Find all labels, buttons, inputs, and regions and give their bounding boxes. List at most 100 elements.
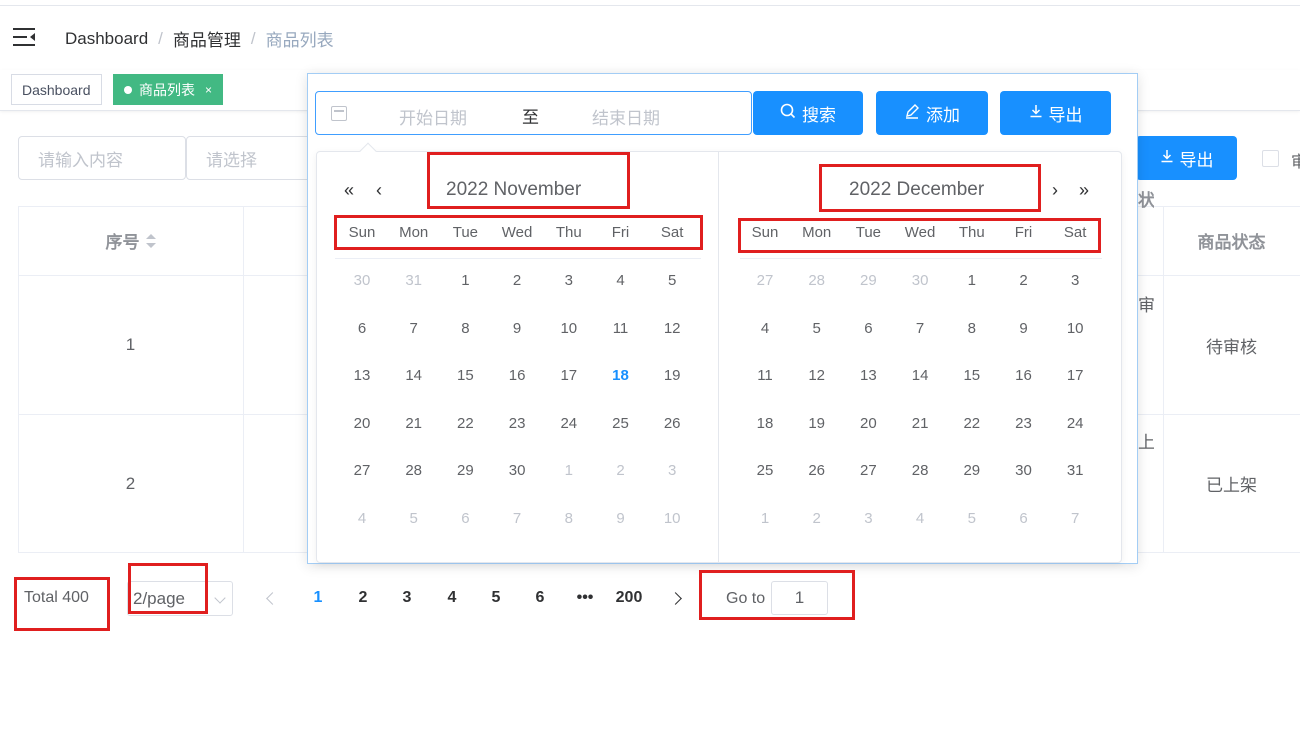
calendar-day[interactable]: 9 <box>497 320 537 337</box>
calendar-day[interactable]: 17 <box>1055 367 1095 384</box>
calendar-day[interactable]: 11 <box>745 367 785 384</box>
calendar-day[interactable]: 2 <box>601 462 641 479</box>
calendar-day[interactable]: 6 <box>342 320 382 337</box>
calendar-day[interactable]: 8 <box>445 320 485 337</box>
calendar-day[interactable]: 13 <box>848 367 888 384</box>
calendar-day[interactable]: 10 <box>652 510 692 527</box>
calendar-day[interactable]: 5 <box>797 320 837 337</box>
start-date-input[interactable]: 开始日期 <box>399 104 467 129</box>
calendar-day[interactable]: 2 <box>797 510 837 527</box>
calendar-day[interactable]: 21 <box>394 415 434 432</box>
prev-page-icon[interactable] <box>266 592 279 605</box>
calendar-day[interactable]: 4 <box>342 510 382 527</box>
prev-year-icon[interactable]: « <box>344 180 354 201</box>
calendar-day[interactable]: 26 <box>652 415 692 432</box>
calendar-day[interactable]: 25 <box>745 462 785 479</box>
calendar-day[interactable]: 23 <box>1004 415 1044 432</box>
calendar-day[interactable]: 10 <box>549 320 589 337</box>
calendar-day[interactable]: 25 <box>601 415 641 432</box>
end-date-input[interactable]: 结束日期 <box>592 104 660 129</box>
calendar-day[interactable]: 30 <box>900 272 940 289</box>
page-4[interactable]: 4 <box>438 589 466 609</box>
keyword-input[interactable]: 请输入内容 <box>18 136 186 180</box>
export-button-bg[interactable]: 导出 <box>1136 136 1237 180</box>
calendar-day[interactable]: 29 <box>445 462 485 479</box>
breadcrumb-home[interactable]: Dashboard <box>65 29 148 49</box>
calendar-day[interactable]: 7 <box>1055 510 1095 527</box>
calendar-day[interactable]: 24 <box>549 415 589 432</box>
page-last[interactable]: 200 <box>612 589 646 609</box>
export-button[interactable]: 导出 <box>1000 91 1111 135</box>
calendar-day[interactable]: 28 <box>797 272 837 289</box>
calendar-day[interactable]: 31 <box>1055 462 1095 479</box>
calendar-day[interactable]: 15 <box>952 367 992 384</box>
calendar-day[interactable]: 2 <box>497 272 537 289</box>
calendar-day[interactable]: 4 <box>900 510 940 527</box>
page-3[interactable]: 3 <box>393 589 421 609</box>
calendar-day[interactable]: 11 <box>601 320 641 337</box>
calendar-day[interactable]: 1 <box>745 510 785 527</box>
prev-month-icon[interactable]: ‹ <box>376 180 382 201</box>
calendar-day[interactable]: 10 <box>1055 320 1095 337</box>
calendar-day[interactable]: 1 <box>445 272 485 289</box>
calendar-day[interactable]: 4 <box>745 320 785 337</box>
calendar-day[interactable]: 30 <box>497 462 537 479</box>
calendar-day[interactable]: 19 <box>797 415 837 432</box>
calendar-day[interactable]: 17 <box>549 367 589 384</box>
calendar-day[interactable]: 16 <box>497 367 537 384</box>
page-more[interactable]: ••• <box>571 589 599 609</box>
hamburger-icon[interactable] <box>13 28 35 46</box>
calendar-day[interactable]: 3 <box>1055 272 1095 289</box>
calendar-day[interactable]: 21 <box>900 415 940 432</box>
calendar-day[interactable]: 16 <box>1004 367 1044 384</box>
calendar-day[interactable]: 23 <box>497 415 537 432</box>
calendar-day[interactable]: 18 <box>745 415 785 432</box>
sort-icon[interactable] <box>145 233 156 248</box>
page-1[interactable]: 1 <box>304 589 332 609</box>
next-page-icon[interactable] <box>669 592 682 605</box>
calendar-day[interactable]: 14 <box>394 367 434 384</box>
calendar-day[interactable]: 6 <box>445 510 485 527</box>
calendar-day[interactable]: 5 <box>652 272 692 289</box>
calendar-day[interactable]: 29 <box>952 462 992 479</box>
calendar-day[interactable]: 5 <box>952 510 992 527</box>
tag-dashboard[interactable]: Dashboard <box>11 74 102 105</box>
calendar-day[interactable]: 13 <box>342 367 382 384</box>
page-5[interactable]: 5 <box>482 589 510 609</box>
calendar-day[interactable]: 28 <box>394 462 434 479</box>
calendar-day[interactable]: 31 <box>394 272 434 289</box>
calendar-day[interactable]: 9 <box>601 510 641 527</box>
calendar-day[interactable]: 12 <box>797 367 837 384</box>
search-button[interactable]: 搜索 <box>753 91 863 135</box>
calendar-day[interactable]: 15 <box>445 367 485 384</box>
close-icon[interactable]: × <box>205 83 212 97</box>
calendar-day[interactable]: 6 <box>848 320 888 337</box>
checkbox[interactable] <box>1262 150 1279 167</box>
tag-product-list[interactable]: 商品列表 × <box>113 74 224 105</box>
next-month-icon[interactable]: › <box>1052 180 1058 201</box>
calendar-day[interactable]: 4 <box>601 272 641 289</box>
calendar-day[interactable]: 30 <box>1004 462 1044 479</box>
calendar-day[interactable]: 20 <box>342 415 382 432</box>
calendar-day[interactable]: 14 <box>900 367 940 384</box>
calendar-day[interactable]: 27 <box>745 272 785 289</box>
breadcrumb-parent[interactable]: 商品管理 <box>173 26 241 51</box>
calendar-day[interactable]: 8 <box>952 320 992 337</box>
calendar-day[interactable]: 18 <box>601 367 641 384</box>
calendar-day[interactable]: 22 <box>952 415 992 432</box>
next-year-icon[interactable]: » <box>1079 180 1089 201</box>
calendar-day[interactable]: 7 <box>497 510 537 527</box>
calendar-day[interactable]: 28 <box>900 462 940 479</box>
calendar-day[interactable]: 12 <box>652 320 692 337</box>
calendar-day[interactable]: 29 <box>848 272 888 289</box>
date-range-picker[interactable]: 开始日期 至 结束日期 <box>315 91 752 135</box>
calendar-day[interactable]: 30 <box>342 272 382 289</box>
calendar-day[interactable]: 7 <box>900 320 940 337</box>
page-2[interactable]: 2 <box>349 589 377 609</box>
calendar-day[interactable]: 7 <box>394 320 434 337</box>
calendar-day[interactable]: 22 <box>445 415 485 432</box>
calendar-day[interactable]: 19 <box>652 367 692 384</box>
header-index[interactable]: 序号 <box>18 206 243 275</box>
page-6[interactable]: 6 <box>526 589 554 609</box>
calendar-day[interactable]: 6 <box>1004 510 1044 527</box>
